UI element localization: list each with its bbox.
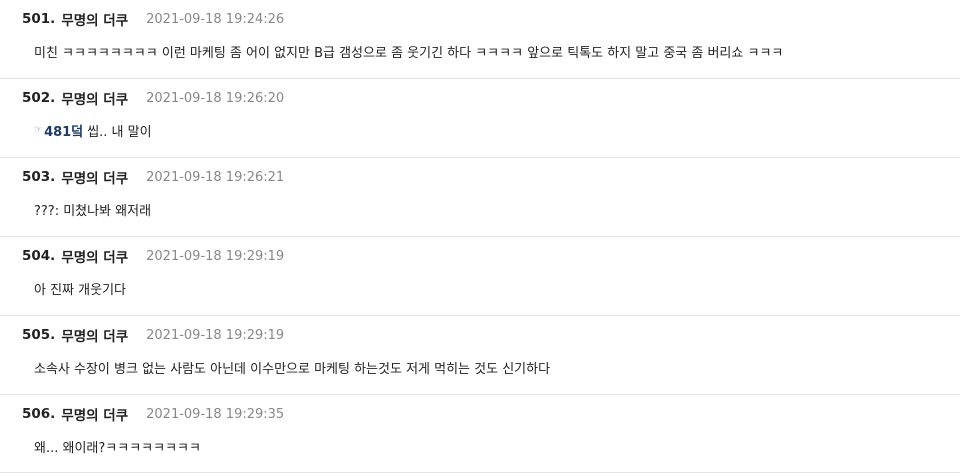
comment-text: ???: 미쳤나봐 왜저래: [34, 203, 152, 219]
comment-header: 501. 무명의 더쿠 2021-09-18 19:24:26: [22, 9, 284, 29]
comment-number[interactable]: 505.: [22, 327, 55, 343]
comment-item: 502. 무명의 더쿠 2021-09-18 19:26:20 ☞ 481덬 씹…: [0, 79, 960, 158]
comment-author: 무명의 더쿠: [61, 92, 129, 108]
comment-timestamp: 2021-09-18 19:29:35: [146, 406, 285, 422]
comment-item: 503. 무명의 더쿠 2021-09-18 19:26:21 ???: 미쳤나…: [0, 158, 960, 237]
comment-text: 소속사 수장이 병크 없는 사람도 아닌데 이수만으로 마케팅 하는것도 저게 …: [34, 361, 551, 377]
comment-number[interactable]: 502.: [22, 90, 55, 106]
comment-body: ☞ 481덬 씹.. 내 말이: [34, 120, 950, 140]
comment-number[interactable]: 503.: [22, 169, 55, 185]
comment-item: 506. 무명의 더쿠 2021-09-18 19:29:35 왜... 왜이래…: [0, 395, 960, 473]
comment-header: 505. 무명의 더쿠 2021-09-18 19:29:19: [22, 325, 284, 345]
comment-list: 501. 무명의 더쿠 2021-09-18 19:24:26 미친 ㅋㅋㅋㅋㅋ…: [0, 0, 960, 473]
comment-header: 503. 무명의 더쿠 2021-09-18 19:26:21: [22, 167, 284, 187]
comment-timestamp: 2021-09-18 19:26:20: [146, 90, 285, 106]
comment-timestamp: 2021-09-18 19:24:26: [146, 11, 285, 27]
comment-text: 씹.. 내 말이: [87, 124, 152, 140]
comment-author: 무명의 더쿠: [61, 171, 129, 187]
reply-anchor-link[interactable]: ☞ 481덬: [34, 121, 83, 140]
comment-item: 504. 무명의 더쿠 2021-09-18 19:29:19 아 진짜 개웃기…: [0, 237, 960, 316]
comment-timestamp: 2021-09-18 19:29:19: [146, 327, 285, 343]
comment-header: 506. 무명의 더쿠 2021-09-18 19:29:35: [22, 404, 284, 424]
comment-timestamp: 2021-09-18 19:26:21: [146, 169, 285, 185]
comment-author: 무명의 더쿠: [61, 329, 129, 345]
comment-text: 왜... 왜이래?ㅋㅋㅋㅋㅋㅋㅋㅋ: [34, 440, 201, 456]
comment-author: 무명의 더쿠: [61, 13, 129, 29]
comment-number[interactable]: 504.: [22, 248, 55, 264]
comment-item: 501. 무명의 더쿠 2021-09-18 19:24:26 미친 ㅋㅋㅋㅋㅋ…: [0, 0, 960, 79]
comment-number[interactable]: 501.: [22, 11, 55, 27]
pointing-hand-icon: ☞: [34, 125, 43, 135]
reply-target-label: 481덬: [44, 124, 84, 140]
comment-header: 502. 무명의 더쿠 2021-09-18 19:26:20: [22, 88, 284, 108]
comment-text: 아 진짜 개웃기다: [34, 282, 126, 298]
comment-timestamp: 2021-09-18 19:29:19: [146, 248, 285, 264]
comment-header: 504. 무명의 더쿠 2021-09-18 19:29:19: [22, 246, 284, 266]
comment-number[interactable]: 506.: [22, 406, 55, 422]
comment-text: 미친 ㅋㅋㅋㅋㅋㅋㅋㅋ 이런 마케팅 좀 어이 없지만 B급 갬성으로 좀 웃기…: [34, 45, 784, 61]
comment-item: 505. 무명의 더쿠 2021-09-18 19:29:19 소속사 수장이 …: [0, 316, 960, 395]
comment-author: 무명의 더쿠: [61, 408, 129, 424]
comment-author: 무명의 더쿠: [61, 250, 129, 266]
